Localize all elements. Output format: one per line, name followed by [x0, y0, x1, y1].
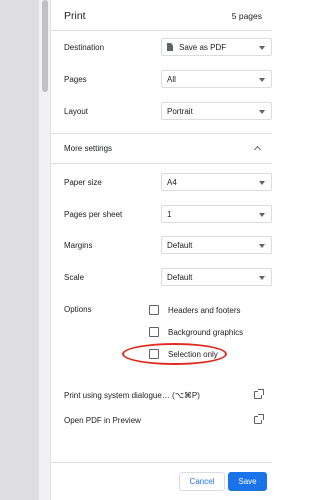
layout-label: Layout — [64, 106, 89, 116]
pages-select[interactable]: All — [161, 70, 272, 88]
headers-footers-option[interactable]: Headers and footers — [149, 304, 241, 316]
cancel-button[interactable]: Cancel — [179, 472, 225, 491]
paper-size-select[interactable]: A4 — [161, 173, 272, 191]
section-divider — [51, 163, 272, 164]
background-graphics-label: Background graphics — [168, 327, 244, 337]
header-divider — [51, 30, 272, 31]
chevron-up-icon — [253, 145, 262, 154]
destination-select[interactable]: Save as PDF — [161, 38, 272, 56]
document-icon — [167, 43, 173, 51]
system-dialog-label: Print using system dialogue… (⌥⌘P) — [64, 390, 200, 400]
footer-divider — [51, 462, 272, 463]
open-in-new-icon — [254, 414, 264, 424]
dropdown-arrow-icon — [259, 213, 265, 217]
pages-label: Pages — [64, 74, 87, 84]
save-button[interactable]: Save — [228, 472, 267, 491]
pages-per-sheet-select[interactable]: 1 — [161, 205, 272, 223]
destination-value: Save as PDF — [179, 42, 227, 52]
section-divider — [51, 133, 272, 134]
paper-size-label: Paper size — [64, 177, 102, 187]
dropdown-arrow-icon — [259, 181, 265, 185]
dropdown-arrow-icon — [259, 46, 265, 50]
layout-value: Portrait — [167, 106, 193, 116]
red-highlight-ellipse — [122, 343, 227, 365]
print-header: Print 5 pages — [64, 8, 262, 24]
paper-size-row: Paper size A4 — [64, 173, 272, 191]
margins-select[interactable]: Default — [161, 236, 272, 254]
more-settings-label: More settings — [64, 143, 113, 153]
layout-row: Layout Portrait — [64, 102, 272, 120]
scale-value: Default — [167, 272, 193, 282]
dropdown-arrow-icon — [259, 244, 265, 248]
destination-label: Destination — [64, 42, 105, 52]
page-count: 5 pages — [231, 11, 262, 21]
background-graphics-option[interactable]: Background graphics — [149, 326, 243, 338]
open-preview-link[interactable]: Open PDF in Preview — [64, 413, 264, 427]
print-title: Print — [64, 10, 86, 22]
scale-label: Scale — [64, 272, 85, 282]
headers-footers-label: Headers and footers — [168, 305, 241, 315]
system-dialog-link[interactable]: Print using system dialogue… (⌥⌘P) — [64, 388, 264, 402]
open-in-new-icon — [254, 389, 264, 399]
print-settings-panel: Print 5 pages Destination Save as PDF Pa… — [51, 0, 272, 500]
more-settings-toggle[interactable]: More settings — [64, 140, 262, 156]
open-preview-label: Open PDF in Preview — [64, 415, 141, 425]
dropdown-arrow-icon — [259, 78, 265, 82]
dropdown-arrow-icon — [259, 276, 265, 280]
dropdown-arrow-icon — [259, 110, 265, 114]
pages-per-sheet-row: Pages per sheet 1 — [64, 205, 272, 223]
pages-value: All — [167, 74, 176, 84]
margins-value: Default — [167, 240, 193, 250]
margins-label: Margins — [64, 240, 93, 250]
background-graphics-checkbox[interactable] — [149, 327, 159, 337]
scale-row: Scale Default — [64, 268, 272, 286]
pages-row: Pages All — [64, 70, 272, 88]
destination-row: Destination Save as PDF — [64, 38, 272, 56]
paper-size-value: A4 — [167, 177, 177, 187]
headers-footers-checkbox[interactable] — [149, 305, 159, 315]
scrollbar-thumb[interactable] — [42, 0, 48, 92]
margins-row: Margins Default — [64, 236, 272, 254]
layout-select[interactable]: Portrait — [161, 102, 272, 120]
scale-select[interactable]: Default — [161, 268, 272, 286]
options-label: Options — [64, 304, 92, 314]
pages-per-sheet-value: 1 — [167, 209, 172, 219]
pages-per-sheet-label: Pages per sheet — [64, 209, 123, 219]
